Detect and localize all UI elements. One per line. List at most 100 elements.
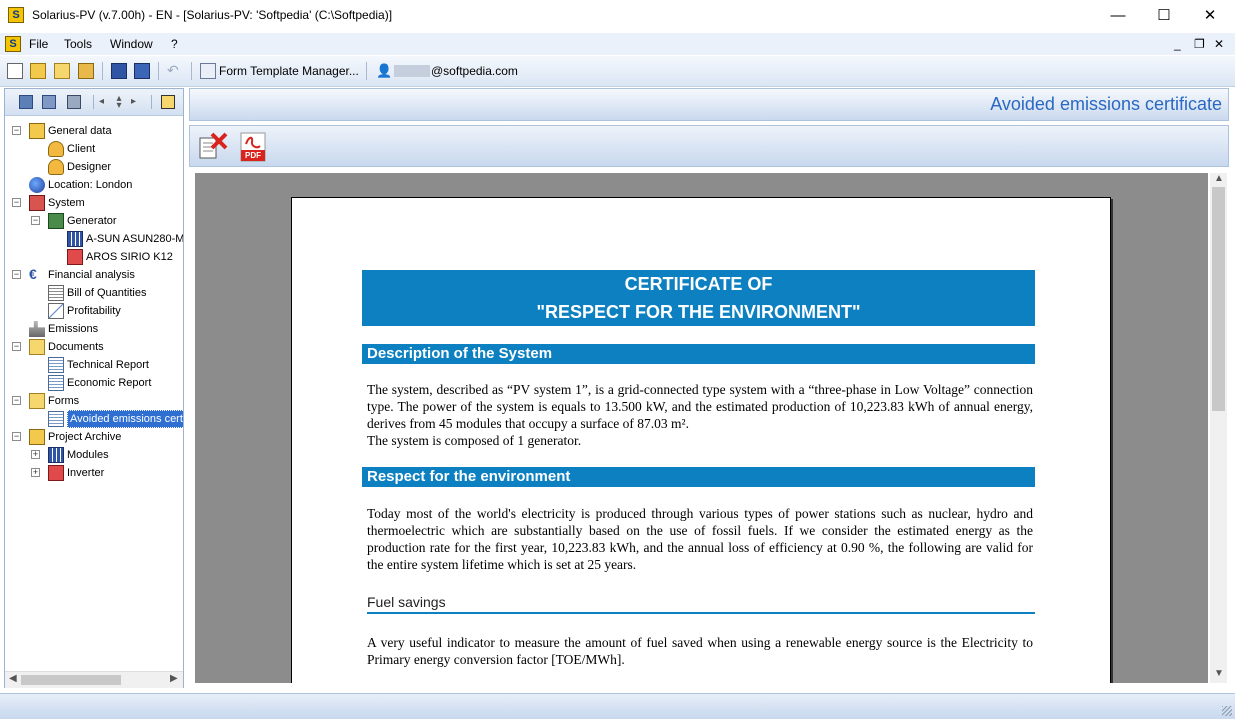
new-icon[interactable] — [7, 63, 23, 79]
layers-icon[interactable] — [42, 95, 56, 109]
euro-icon: € — [29, 266, 37, 282]
app-icon[interactable]: S — [8, 7, 24, 23]
tree-label: A-SUN ASUN280-M — [86, 233, 183, 245]
tree-label: Financial analysis — [48, 269, 135, 281]
book-icon[interactable] — [19, 95, 33, 109]
tree-label: Documents — [48, 341, 104, 353]
menu-help[interactable]: ? — [171, 37, 178, 51]
tree-label: Project Archive — [48, 431, 122, 443]
tree-label: Technical Report — [67, 359, 149, 371]
menu-tools[interactable]: Tools — [64, 37, 92, 51]
clipboard-icon[interactable] — [67, 95, 81, 109]
generator-icon — [48, 213, 64, 229]
collapse-icon[interactable]: − — [12, 432, 21, 441]
certificate-page: CERTIFICATE OF "RESPECT FOR THE ENVIRONM… — [291, 197, 1111, 683]
certificate-header: CERTIFICATE OF "RESPECT FOR THE ENVIRONM… — [362, 270, 1035, 326]
mdi-minimize-button[interactable]: _ — [1174, 37, 1181, 51]
tree-navigation-bar: ◂ ▴ ▾ ▸ — [5, 89, 183, 116]
up-down-icon[interactable]: ▴ ▾ — [112, 94, 126, 111]
user-email: @softpedia.com — [431, 64, 518, 78]
fuel-savings-text: A very useful indicator to measure the a… — [367, 635, 1033, 667]
tree-label: Avoided emissions certif — [67, 410, 183, 428]
previous-icon[interactable]: ◂ — [99, 95, 113, 109]
chart-icon — [48, 303, 64, 319]
square-icon[interactable] — [161, 95, 175, 109]
nav-separator — [93, 95, 94, 109]
tree-label: General data — [48, 125, 112, 137]
undo-icon[interactable]: ↶ — [167, 63, 183, 79]
scroll-right-icon[interactable]: ▶ — [170, 673, 178, 684]
factory-icon — [29, 321, 45, 337]
section-description-title: Description of the System — [362, 344, 1035, 364]
resize-grip[interactable] — [1222, 706, 1232, 716]
form-template-icon[interactable] — [200, 63, 216, 79]
page-header: Avoided emissions certificate — [189, 88, 1229, 121]
tree-label: Inverter — [67, 467, 105, 479]
folder-export-icon[interactable] — [78, 63, 94, 79]
delete-form-icon[interactable] — [198, 132, 228, 160]
viewer-vertical-scrollbar[interactable]: ▲ ▼ — [1210, 173, 1227, 683]
tree-label: Profitability — [67, 305, 121, 317]
expand-icon[interactable]: + — [31, 450, 40, 459]
status-bar — [0, 693, 1235, 719]
project-tree: − General data Client Designer Location:… — [5, 116, 183, 671]
solar-panel-icon — [67, 231, 83, 247]
save-all-icon[interactable] — [134, 63, 150, 79]
document-icon — [48, 357, 64, 373]
scroll-down-icon[interactable]: ▼ — [1214, 668, 1224, 679]
fuel-savings-title: Fuel savings — [367, 594, 1035, 614]
tree-label: Economic Report — [67, 377, 152, 389]
scroll-up-icon[interactable]: ▲ — [1214, 173, 1224, 184]
tree-horizontal-scrollbar[interactable]: ◀ ▶ — [5, 671, 183, 688]
section-description-text: The system, described as “PV system 1”, … — [367, 381, 1033, 449]
system-icon — [29, 195, 45, 211]
toolbar-separator — [158, 62, 159, 80]
save-icon[interactable] — [111, 63, 127, 79]
notes-icon[interactable] — [54, 63, 70, 79]
tree-label: Location: London — [48, 179, 133, 191]
menu-file[interactable]: File — [29, 37, 48, 51]
tree-label: Emissions — [48, 323, 99, 335]
collapse-icon[interactable]: − — [12, 198, 21, 207]
collapse-icon[interactable]: − — [12, 342, 21, 351]
description-generator-line: The system is composed of 1 generator. — [367, 433, 582, 448]
title-bar: S Solarius-PV (v.7.00h) - EN - [Solarius… — [0, 0, 1235, 32]
minimize-button[interactable]: — — [1095, 0, 1141, 31]
collapse-icon[interactable]: − — [31, 216, 40, 225]
open-folder-icon[interactable] — [30, 63, 46, 79]
section-environment-text: Today most of the world's electricity is… — [367, 506, 1033, 572]
toolbar-separator — [102, 62, 103, 80]
expand-icon[interactable]: + — [31, 468, 40, 477]
globe-icon — [29, 177, 45, 193]
close-button[interactable]: ✕ — [1187, 0, 1233, 31]
collapse-icon[interactable]: − — [12, 126, 21, 135]
page-title: Avoided emissions certificate — [990, 94, 1222, 114]
collapse-icon[interactable]: − — [12, 396, 21, 405]
folder-icon — [29, 339, 45, 355]
tree-label: Bill of Quantities — [67, 287, 147, 299]
document-icon — [48, 411, 64, 427]
collapse-icon[interactable]: − — [12, 270, 21, 279]
certificate-title-line2: "RESPECT FOR THE ENVIRONMENT" — [536, 302, 861, 322]
toolbar-separator — [366, 62, 367, 80]
scroll-left-icon[interactable]: ◀ — [9, 673, 17, 684]
menu-window[interactable]: Window — [110, 37, 153, 51]
mdi-restore-button[interactable]: ❐ — [1194, 37, 1205, 51]
tree-label: Modules — [67, 449, 109, 461]
scroll-thumb[interactable] — [21, 675, 121, 685]
folder-icon — [29, 393, 45, 409]
archive-icon — [29, 429, 45, 445]
tree-label: Client — [67, 143, 96, 155]
maximize-button[interactable]: ☐ — [1141, 0, 1187, 31]
scroll-thumb[interactable] — [1212, 187, 1225, 411]
form-template-manager-button[interactable]: Form Template Manager... — [219, 64, 359, 78]
document-icon — [48, 375, 64, 391]
tree-label: Forms — [48, 395, 80, 407]
solar-panel-icon — [48, 447, 64, 463]
project-tree-panel: ◂ ▴ ▾ ▸ − General data Client Designer Lo… — [4, 88, 184, 688]
window-title: Solarius-PV (v.7.00h) - EN - [Solarius-P… — [32, 8, 393, 22]
next-icon[interactable]: ▸ — [131, 95, 145, 109]
mdi-close-button[interactable]: ✕ — [1214, 37, 1224, 51]
document-icon[interactable]: S — [5, 36, 21, 52]
pdf-export-icon[interactable]: PDF — [240, 132, 266, 162]
